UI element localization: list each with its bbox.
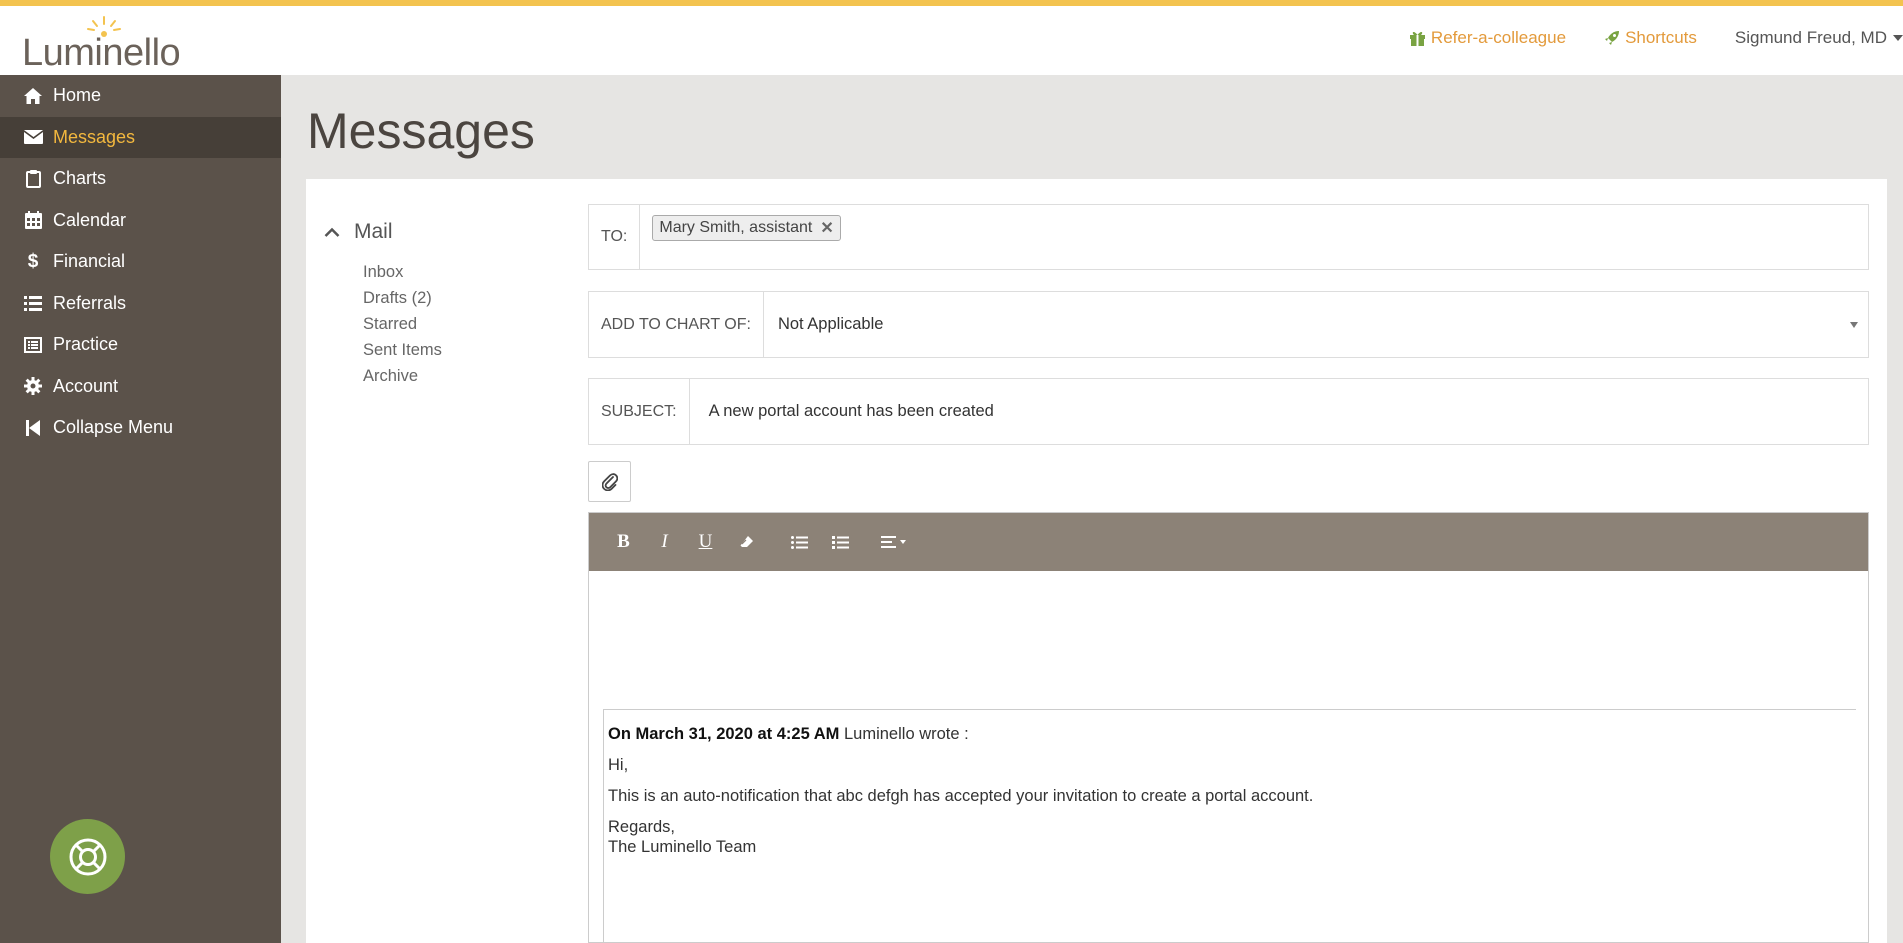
- add-to-chart-field: ADD TO CHART OF: Not Applicable: [588, 291, 1869, 358]
- sidebar-item-label: Messages: [53, 126, 136, 147]
- home-icon: [23, 86, 43, 106]
- sidebar-nav: Home Messages Charts Calendar $ Financia…: [0, 75, 281, 943]
- bulleted-list-icon[interactable]: [779, 527, 820, 557]
- sidebar-item-label: Practice: [53, 334, 119, 355]
- folder-archive[interactable]: Archive: [363, 363, 442, 389]
- dollar-icon: $: [27, 250, 39, 272]
- to-input[interactable]: Mary Smith, assistant ✕: [640, 205, 1868, 269]
- life-ring-icon: [69, 838, 106, 875]
- sidebar-item-label: Financial: [53, 251, 126, 272]
- top-header: Luminello Refer-a-colleague Shortcuts Si…: [0, 6, 1903, 75]
- bold-icon[interactable]: B: [603, 527, 644, 557]
- editor-toolbar: B I U: [589, 513, 1868, 571]
- list-alt-icon: [23, 335, 43, 355]
- messages-panel: Mail Inbox Drafts (2) Starred Sent Items…: [306, 179, 1887, 943]
- mail-folder-toggle[interactable]: Mail: [324, 220, 393, 244]
- sidebar-item-financial[interactable]: $ Financial: [0, 241, 281, 283]
- refer-a-colleague-link[interactable]: Refer-a-colleague: [1409, 28, 1566, 48]
- chevron-down-icon: [1850, 321, 1858, 328]
- to-field: TO: Mary Smith, assistant ✕: [588, 204, 1869, 270]
- quote-body: This is an auto-notification that abc de…: [608, 787, 1314, 805]
- quoted-message[interactable]: On March 31, 2020 at 4:25 AM Luminello w…: [603, 709, 1856, 942]
- chevron-up-icon: [324, 227, 340, 237]
- calendar-icon: [23, 210, 43, 230]
- rocket-icon: [1605, 31, 1620, 45]
- list-icon: [23, 293, 43, 313]
- sidebar-item-account[interactable]: Account: [0, 366, 281, 408]
- sidebar-item-calendar[interactable]: Calendar: [0, 200, 281, 242]
- user-menu[interactable]: Sigmund Freud, MD: [1735, 28, 1903, 48]
- sidebar-item-label: Referrals: [53, 292, 127, 313]
- shortcuts-link[interactable]: Shortcuts: [1604, 28, 1697, 48]
- mail-folder-list: Inbox Drafts (2) Starred Sent Items Arch…: [363, 259, 442, 389]
- refer-label: Refer-a-colleague: [1430, 28, 1567, 47]
- folder-inbox[interactable]: Inbox: [363, 259, 442, 285]
- clipboard-icon: [23, 169, 43, 189]
- sidebar-item-label: Account: [53, 375, 119, 396]
- italic-icon[interactable]: I: [644, 527, 685, 557]
- quote-header: On March 31, 2020 at 4:25 AM Luminello w…: [608, 724, 1852, 744]
- sidebar-item-referrals[interactable]: Referrals: [0, 283, 281, 325]
- underline-icon[interactable]: U: [685, 527, 726, 557]
- user-name: Sigmund Freud, MD: [1734, 28, 1887, 47]
- step-backward-icon: [23, 418, 43, 438]
- help-button[interactable]: [50, 819, 125, 894]
- attach-file-button[interactable]: [588, 461, 631, 502]
- folder-starred[interactable]: Starred: [363, 311, 442, 337]
- sidebar-item-practice[interactable]: Practice: [0, 324, 281, 366]
- message-editor: B I U On March 31, 2020 at 4:25 AM Lumin…: [588, 512, 1869, 943]
- folder-drafts[interactable]: Drafts (2): [363, 285, 442, 311]
- luminello-logo[interactable]: Luminello: [22, 14, 197, 74]
- paperclip-icon: [601, 472, 618, 491]
- add-to-chart-select[interactable]: Not Applicable: [764, 292, 1868, 357]
- page-title: Messages: [307, 103, 535, 159]
- sidebar-item-label: Charts: [53, 168, 107, 189]
- to-label: TO:: [589, 205, 641, 269]
- add-to-chart-label: ADD TO CHART OF:: [589, 292, 764, 357]
- folder-sent-items[interactable]: Sent Items: [363, 337, 442, 363]
- remove-recipient-icon[interactable]: ✕: [820, 218, 833, 238]
- recipient-name: Mary Smith, assistant: [659, 219, 813, 236]
- quote-greeting: Hi,: [608, 756, 629, 774]
- envelope-icon: [23, 127, 43, 147]
- sidebar-item-label: Collapse Menu: [53, 417, 174, 438]
- numbered-list-icon[interactable]: [820, 527, 861, 557]
- sidebar-item-messages[interactable]: Messages: [0, 116, 281, 158]
- sidebar-item-collapse-menu[interactable]: Collapse Menu: [0, 407, 281, 449]
- subject-value: A new portal account has been created: [708, 402, 994, 420]
- quote-author: Luminello wrote :: [839, 725, 969, 743]
- mail-heading: Mail: [354, 220, 393, 243]
- chevron-down-icon: [1893, 35, 1903, 41]
- logo-wordmark: Luminello: [22, 32, 181, 74]
- gear-icon: [23, 376, 43, 396]
- sidebar-item-label: Calendar: [53, 209, 127, 230]
- quote-sign-off: Regards,: [608, 818, 675, 836]
- shortcuts-label: Shortcuts: [1625, 28, 1697, 47]
- eraser-icon[interactable]: [726, 527, 767, 557]
- align-icon[interactable]: [873, 527, 914, 557]
- recipient-tag: Mary Smith, assistant ✕: [652, 215, 841, 241]
- sidebar-item-label: Home: [53, 85, 102, 106]
- subject-field: SUBJECT: A new portal account has been c…: [588, 378, 1869, 445]
- add-to-chart-value: Not Applicable: [777, 315, 884, 333]
- quote-date: On March 31, 2020 at 4:25 AM: [608, 725, 840, 743]
- quote-signature: The Luminello Team: [608, 838, 757, 856]
- sidebar-item-charts[interactable]: Charts: [0, 158, 281, 200]
- gift-icon: [1409, 31, 1425, 46]
- subject-label: SUBJECT:: [589, 379, 690, 444]
- subject-input[interactable]: A new portal account has been created: [690, 379, 1868, 444]
- sidebar-item-home[interactable]: Home: [0, 75, 281, 117]
